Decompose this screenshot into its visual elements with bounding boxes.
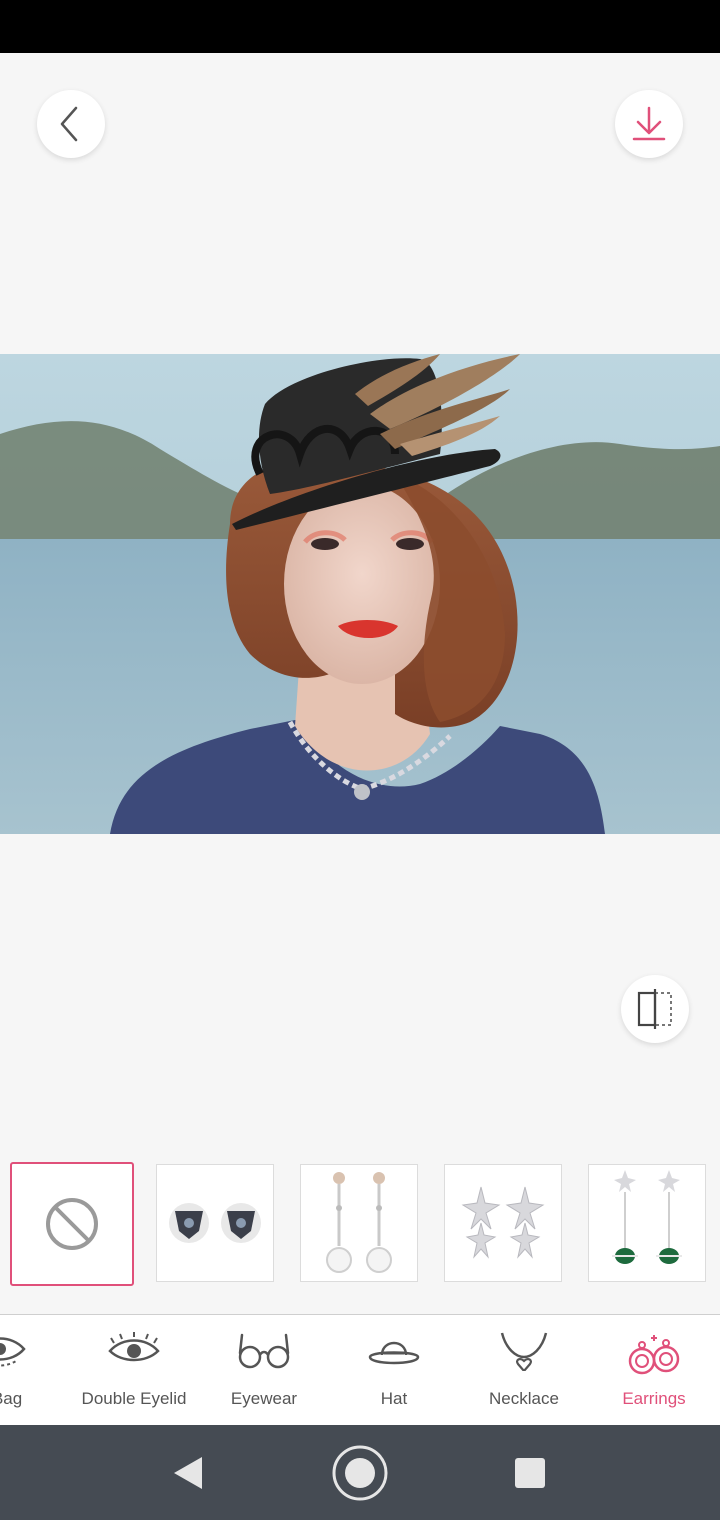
eye-icon	[108, 1332, 160, 1362]
eye-bag-icon	[0, 1337, 26, 1367]
thumb-shield-stud-earrings[interactable]	[156, 1164, 274, 1282]
compare-button[interactable]	[621, 975, 689, 1043]
tab-label: Necklace	[489, 1389, 559, 1408]
chevron-left-icon	[60, 106, 78, 142]
earrings-icon	[628, 1335, 680, 1375]
tab-eye-bag[interactable]: e Bag	[0, 1315, 65, 1425]
download-icon	[632, 106, 666, 141]
photo-preview	[0, 354, 720, 834]
nav-back-icon[interactable]	[172, 1455, 204, 1491]
tab-label: Hat	[380, 1389, 408, 1408]
earring-emerald-icon	[612, 1170, 682, 1264]
hat-icon	[368, 1341, 420, 1365]
thumb-pearl-drop-earrings[interactable]	[300, 1164, 418, 1282]
category-tabbar: e Bag Double Eyelid Eyewear Hat Neck	[0, 1314, 720, 1426]
status-bar	[0, 0, 720, 53]
earring-star-icon	[461, 1186, 545, 1259]
earring-options	[0, 1160, 720, 1288]
download-button[interactable]	[615, 90, 683, 158]
tab-necklace[interactable]: Necklace	[459, 1315, 589, 1425]
tab-earrings[interactable]: Earrings	[589, 1315, 719, 1425]
system-nav-bar	[0, 1425, 720, 1520]
necklace-icon	[500, 1332, 548, 1371]
no-symbol-icon	[46, 1198, 98, 1250]
tab-label: e Bag	[0, 1389, 23, 1408]
thumb-none[interactable]	[10, 1162, 134, 1286]
tab-label: Double Eyelid	[81, 1389, 187, 1408]
compare-split-icon	[637, 989, 672, 1029]
glasses-icon	[238, 1333, 290, 1369]
tab-double-eyelid[interactable]: Double Eyelid	[69, 1315, 199, 1425]
thumb-star-cluster-earrings[interactable]	[444, 1164, 562, 1282]
nav-home-icon[interactable]	[330, 1443, 390, 1503]
tab-eyewear[interactable]: Eyewear	[199, 1315, 329, 1425]
thumb-emerald-drop-earrings[interactable]	[588, 1164, 706, 1282]
earring-stud-icon	[169, 1203, 261, 1243]
tab-hat[interactable]: Hat	[329, 1315, 459, 1425]
back-button[interactable]	[37, 90, 105, 158]
nav-recents-icon[interactable]	[514, 1457, 546, 1489]
tab-label: Earrings	[622, 1389, 686, 1408]
tab-label: Eyewear	[230, 1389, 298, 1408]
earring-drop-icon	[326, 1172, 392, 1273]
